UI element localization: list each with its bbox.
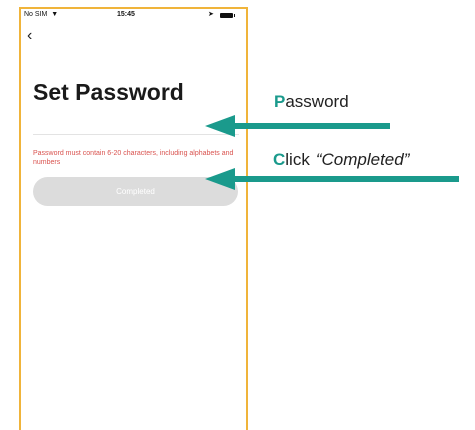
battery-icon	[220, 13, 235, 18]
annotation-click: Click “Completed”	[273, 150, 409, 170]
phone-screen: No SIM ▼ 15:45 ➤ ‹ Set Password Password…	[19, 7, 248, 430]
carrier: No SIM ▼	[24, 11, 58, 18]
password-hint: Password must contain 6-20 characters, i…	[33, 150, 234, 166]
page-title: Set Password	[33, 79, 184, 105]
annotation-click-quoted: “Completed”	[315, 150, 410, 169]
password-arrow-icon	[205, 115, 390, 137]
annotation-click-initial: C	[273, 150, 286, 169]
wifi-icon: ▼	[51, 11, 59, 18]
chevron-left-icon: ‹	[27, 27, 33, 44]
annotation-click-rest: lick	[285, 150, 310, 169]
location-arrow-icon: ➤	[208, 11, 214, 18]
carrier-label: No SIM	[24, 11, 48, 18]
annotation-password-initial: P	[274, 92, 286, 111]
completed-arrow-icon	[205, 168, 459, 190]
status-time: 15:45	[117, 11, 135, 18]
back-button[interactable]: ‹	[27, 28, 43, 46]
annotation-password-rest: assword	[285, 92, 349, 111]
status-bar: No SIM ▼ 15:45 ➤	[21, 9, 246, 23]
tutorial-page: No SIM ▼ 15:45 ➤ ‹ Set Password Password…	[0, 0, 475, 430]
annotation-password: Password	[274, 92, 349, 112]
